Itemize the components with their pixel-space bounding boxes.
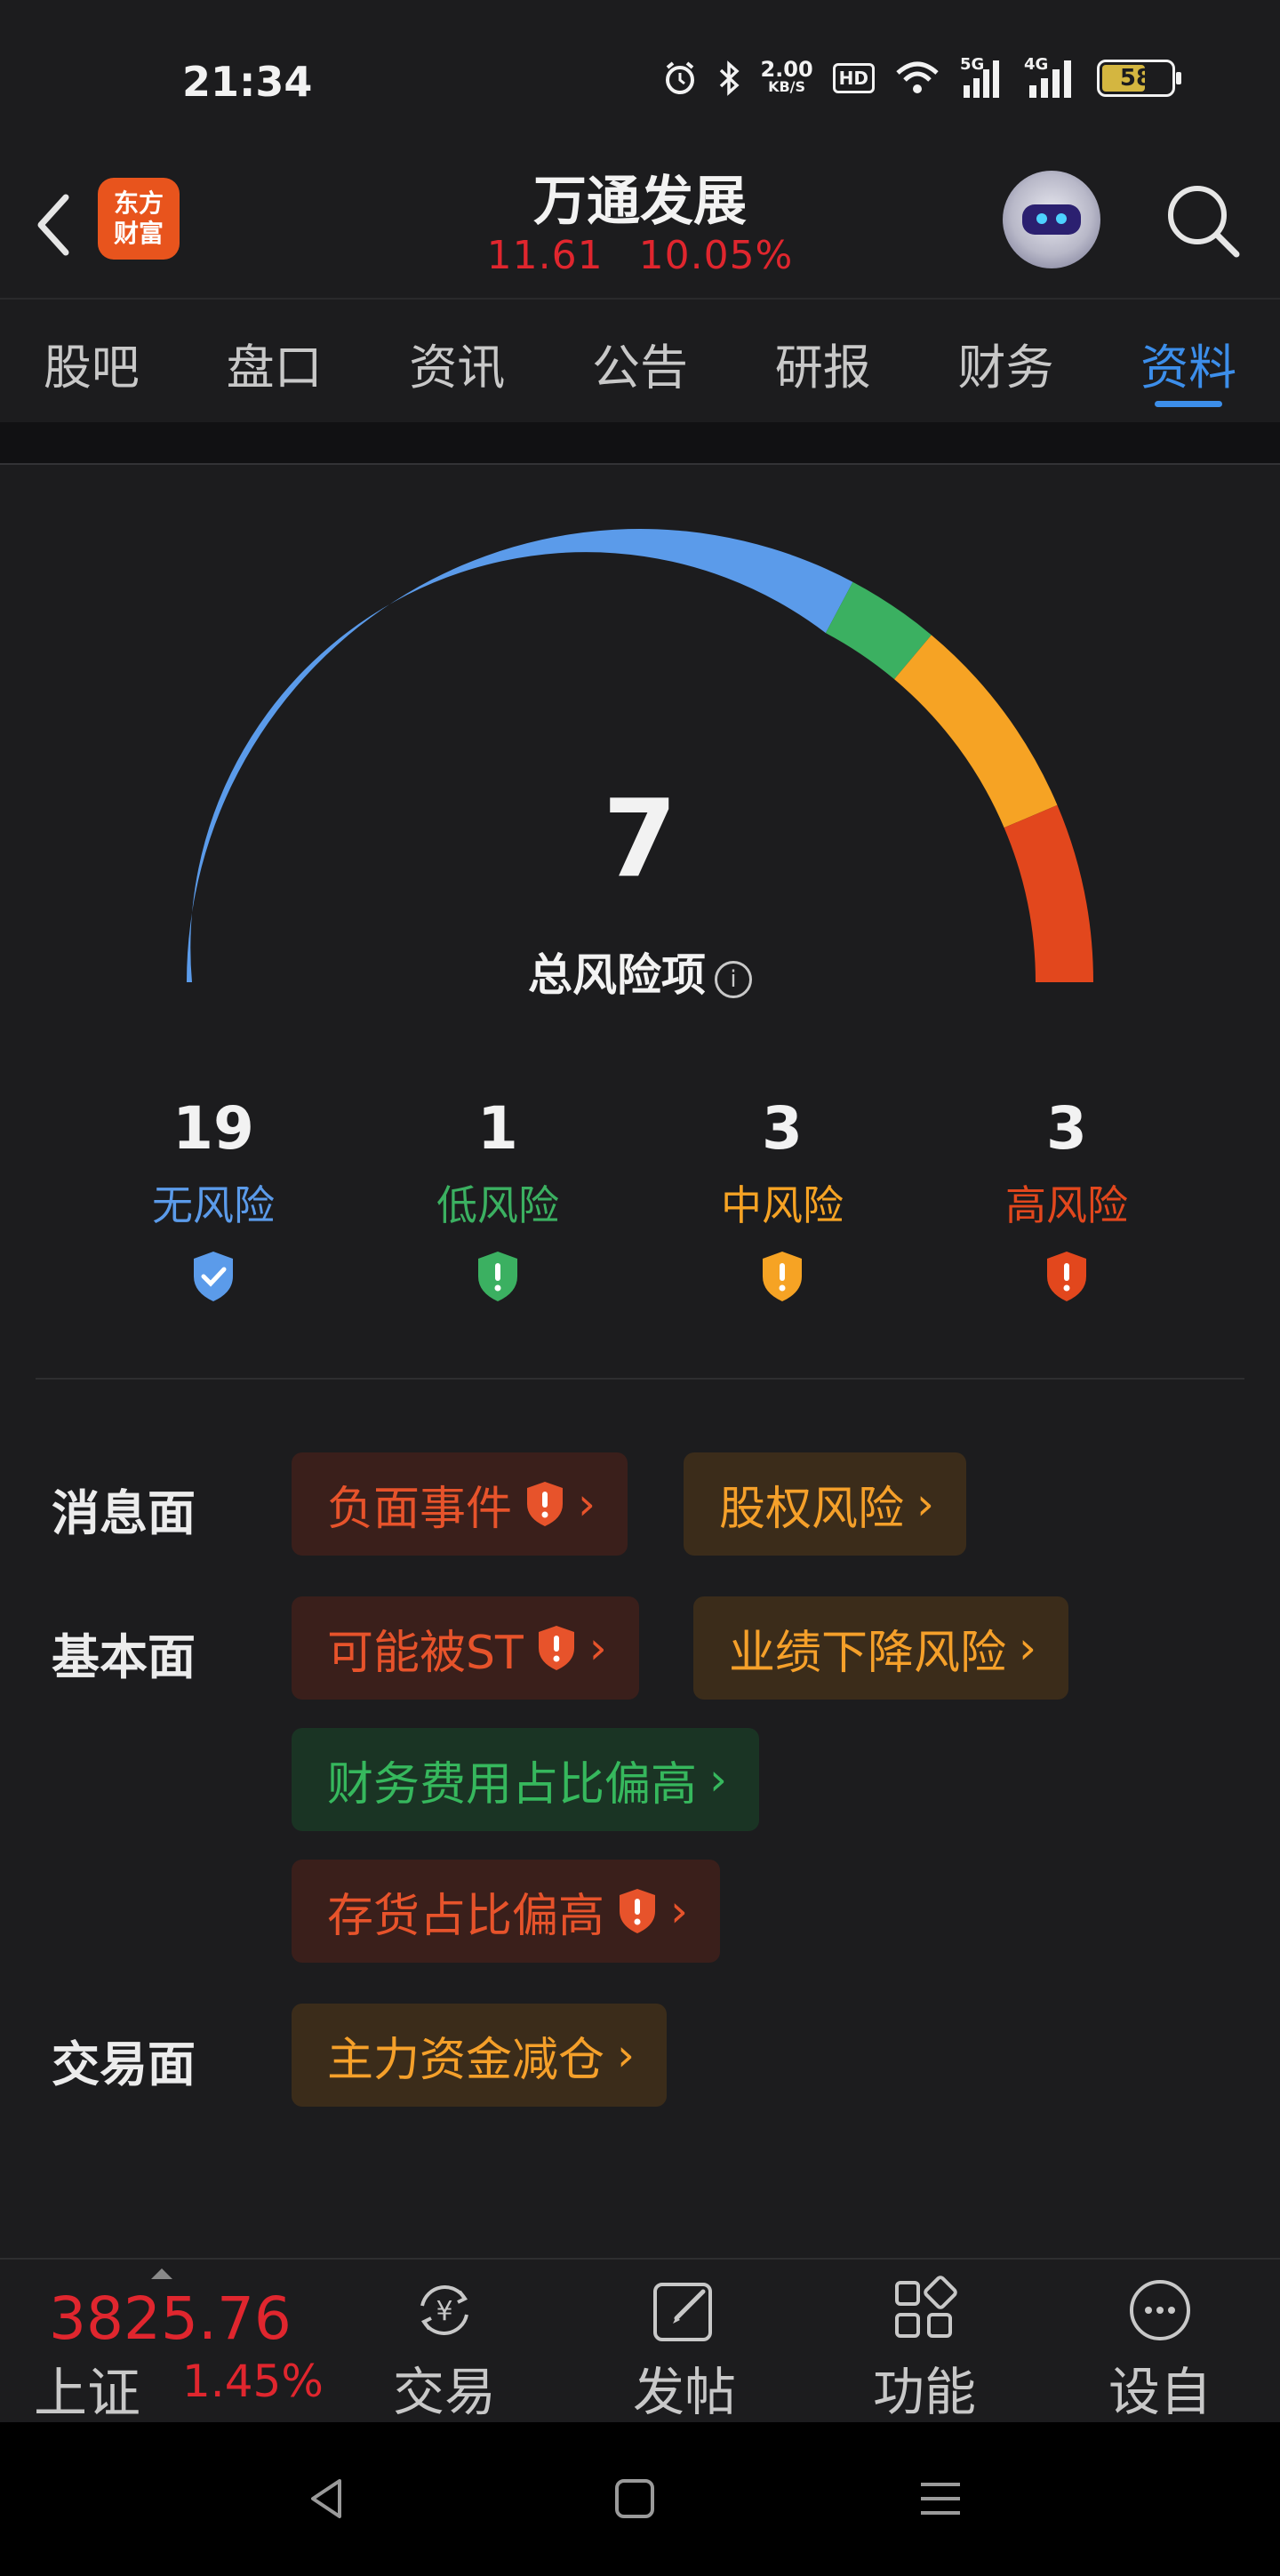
bluetooth-icon bbox=[720, 60, 740, 96]
stock-header: 东方 财富 万通发展 11.61 10.05% bbox=[0, 151, 1280, 298]
chevron-right-icon: › bbox=[588, 1622, 607, 1674]
tab-guba[interactable]: 股吧 bbox=[0, 300, 183, 422]
nav-trade[interactable]: ¥ 交易 bbox=[369, 2276, 520, 2425]
clock: 21:34 bbox=[182, 58, 313, 106]
shield-alert-icon bbox=[538, 1626, 574, 1670]
stock-price: 11.61 bbox=[486, 233, 604, 278]
risk-chip-performance-decline[interactable]: 业绩下降风险 › bbox=[693, 1596, 1069, 1700]
signal-4g: 4G bbox=[1024, 55, 1077, 98]
category-label-fundamentals: 基本面 bbox=[52, 1629, 196, 1685]
risk-level-stats: 19 无风险 1 低风险 3 中风险 3 高风险 bbox=[142, 1093, 1138, 1307]
tab-profile[interactable]: 资料 bbox=[1097, 300, 1280, 422]
stat-no-risk[interactable]: 19 无风险 bbox=[142, 1093, 284, 1307]
stat-high-risk[interactable]: 3 高风险 bbox=[996, 1093, 1138, 1307]
bottom-toolbar: 3825.76 上证 1.45% ¥ 交易 发帖 功能 设自选 bbox=[0, 2258, 1280, 2497]
chevron-right-icon: › bbox=[916, 1478, 935, 1530]
svg-text:¥: ¥ bbox=[436, 2296, 452, 2327]
tab-pankou[interactable]: 盘口 bbox=[183, 300, 366, 422]
risk-gauge-arc bbox=[187, 529, 1093, 982]
yuan-exchange-icon: ¥ bbox=[420, 2285, 468, 2335]
signal-5g: 5G bbox=[960, 55, 1004, 98]
shield-alert-icon bbox=[763, 1252, 802, 1301]
battery-icon: 58 bbox=[1097, 60, 1181, 97]
system-navigation-bar bbox=[0, 2422, 1280, 2576]
risk-chip-main-fund-reduction[interactable]: 主力资金减仓 › bbox=[292, 2004, 668, 2107]
chevron-right-icon: › bbox=[709, 1754, 728, 1805]
shield-alert-icon bbox=[620, 1889, 656, 1933]
shield-alert-icon bbox=[527, 1482, 564, 1526]
status-icons: 2.00 KB/S HD 5G 4G 58 bbox=[662, 55, 1181, 98]
risk-chip-negative-events[interactable]: 负面事件 › bbox=[292, 1452, 628, 1556]
risk-chip-equity-risk[interactable]: 股权风险 › bbox=[684, 1452, 967, 1556]
nav-home-icon[interactable] bbox=[610, 2474, 660, 2524]
info-icon[interactable]: i bbox=[715, 961, 752, 998]
index-value: 3825.76 bbox=[49, 2284, 292, 2353]
stat-low-risk[interactable]: 1 低风险 bbox=[427, 1093, 569, 1307]
more-icon bbox=[1130, 2280, 1190, 2340]
stock-change-pct: 10.05% bbox=[638, 233, 794, 278]
chevron-right-icon: › bbox=[578, 1478, 596, 1530]
wifi-icon bbox=[896, 61, 939, 93]
nav-menu-icon[interactable] bbox=[916, 2474, 965, 2524]
tab-news[interactable]: 资讯 bbox=[365, 300, 548, 422]
risk-chip-finance-cost-high[interactable]: 财务费用占比偏高 › bbox=[292, 1728, 760, 1831]
shield-alert-icon bbox=[1047, 1252, 1086, 1301]
nav-back-icon[interactable] bbox=[302, 2474, 352, 2524]
category-label-trading: 交易面 bbox=[52, 2036, 196, 2092]
hd-badge: HD bbox=[832, 63, 875, 93]
index-name: 上证 bbox=[34, 2363, 140, 2425]
shield-check-icon bbox=[194, 1252, 233, 1301]
net-speed: 2.00 KB/S bbox=[760, 57, 813, 95]
tab-bar: 股吧 盘口 资讯 公告 研报 财务 资料 bbox=[0, 298, 1280, 422]
risk-chip-inventory-high[interactable]: 存货占比偏高 › bbox=[292, 1860, 721, 1963]
gauge-segment-0 bbox=[187, 529, 853, 982]
nav-post[interactable]: 发帖 bbox=[609, 2276, 760, 2425]
section-divider bbox=[0, 422, 1280, 465]
tab-finance[interactable]: 财务 bbox=[915, 300, 1098, 422]
chevron-right-icon: › bbox=[670, 1885, 689, 1937]
shield-alert-icon bbox=[478, 1252, 517, 1301]
compose-icon bbox=[653, 2283, 712, 2341]
risk-gauge: 7 总风险项 i bbox=[178, 520, 1102, 1001]
nav-functions[interactable]: 功能 bbox=[849, 2276, 1000, 2425]
total-risk-count: 7 bbox=[603, 778, 677, 901]
tab-research[interactable]: 研报 bbox=[732, 300, 915, 422]
search-icon[interactable] bbox=[1160, 178, 1244, 262]
chevron-right-icon: › bbox=[1019, 1622, 1037, 1674]
risk-chip-possible-st[interactable]: 可能被ST › bbox=[292, 1596, 639, 1700]
index-change: 1.45% bbox=[182, 2356, 324, 2407]
category-label-news: 消息面 bbox=[52, 1485, 196, 1541]
alarm-icon bbox=[666, 61, 695, 94]
stat-medium-risk[interactable]: 3 中风险 bbox=[711, 1093, 853, 1307]
status-bar: 21:34 2.00 KB/S HD 5G 4G 58 bbox=[0, 0, 1280, 169]
divider bbox=[36, 1378, 1244, 1380]
chevron-right-icon: › bbox=[617, 2029, 636, 2081]
total-risk-label[interactable]: 总风险项 i bbox=[178, 940, 1102, 1004]
caret-up-icon bbox=[151, 2268, 172, 2279]
assistant-robot-icon[interactable] bbox=[1003, 171, 1100, 268]
tab-announcements[interactable]: 公告 bbox=[548, 300, 732, 422]
grid-icon bbox=[895, 2276, 957, 2338]
